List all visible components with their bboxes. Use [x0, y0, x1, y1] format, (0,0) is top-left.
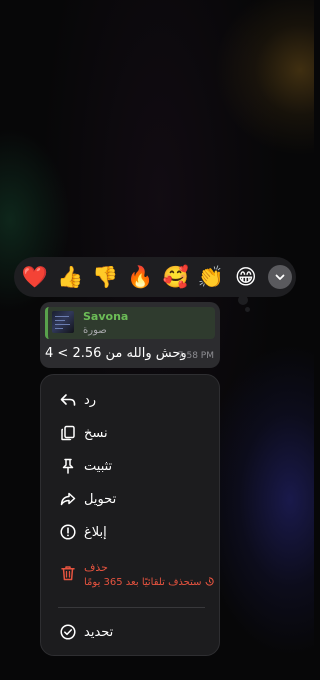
check-circle-icon — [58, 622, 78, 642]
pin-icon — [58, 456, 78, 476]
menu-item-forward[interactable]: تحويل — [41, 484, 219, 514]
menu-label-select: تحديد — [84, 624, 114, 640]
reaction-bar-tail-dot — [245, 307, 250, 312]
reaction-fire[interactable]: 🔥 — [125, 262, 155, 292]
menu-divider — [58, 607, 205, 608]
menu-item-reply[interactable]: رد — [41, 385, 219, 415]
auto-delete-note-text: ستحذف تلقائيًا بعد 365 يومًا — [84, 577, 202, 588]
menu-label-delete: حذف — [84, 561, 108, 574]
menu-item-copy[interactable]: نسخ — [41, 418, 219, 448]
menu-label-reply: رد — [84, 392, 97, 408]
reply-subtitle: صورة — [83, 325, 107, 336]
reaction-clapping-hands[interactable]: 👏 — [196, 262, 226, 292]
reply-preview[interactable]: Savona صورة — [45, 307, 215, 339]
message-time: 7:58 PM — [177, 351, 214, 361]
reaction-bar-tail — [238, 295, 248, 305]
reaction-bar: ❤️ 👍 👎 🔥 🥰 👏 😁 — [14, 257, 296, 312]
menu-item-report[interactable]: إبلاغ — [41, 517, 219, 547]
message-text: وحش والله من 2.56 > 4 — [45, 346, 187, 361]
expand-reactions-button[interactable] — [267, 265, 292, 289]
auto-delete-note: ستحذف تلقائيًا بعد 365 يومًا — [84, 577, 214, 588]
chevron-down-icon — [275, 274, 285, 280]
menu-label-forward: تحويل — [84, 491, 117, 507]
context-menu: رد نسخ تثبيت تحويل إبلاغ حذف ستحذف تلقائ… — [40, 374, 220, 656]
menu-item-select[interactable]: تحديد — [41, 617, 219, 647]
reaction-smiling-face-with-hearts[interactable]: 🥰 — [161, 262, 191, 292]
reply-author: Savona — [83, 310, 129, 323]
report-icon — [58, 522, 78, 542]
trash-icon — [58, 563, 78, 583]
reply-thumbnail — [52, 311, 74, 333]
message-bubble[interactable]: Savona صورة وحش والله من 2.56 > 4 7:58 P… — [40, 302, 220, 368]
reaction-thumbs-up[interactable]: 👍 — [55, 262, 85, 292]
reaction-beaming-face[interactable]: 😁 — [231, 262, 261, 292]
reaction-heart[interactable]: ❤️ — [20, 262, 50, 292]
menu-label-report: إبلاغ — [84, 524, 107, 540]
reaction-thumbs-down[interactable]: 👎 — [90, 262, 120, 292]
timer-icon — [205, 577, 214, 586]
forward-icon — [58, 489, 78, 509]
menu-item-pin[interactable]: تثبيت — [41, 451, 219, 481]
menu-label-pin: تثبيت — [84, 458, 113, 474]
reply-icon — [58, 390, 78, 410]
copy-icon — [58, 423, 78, 443]
menu-label-copy: نسخ — [84, 425, 108, 441]
